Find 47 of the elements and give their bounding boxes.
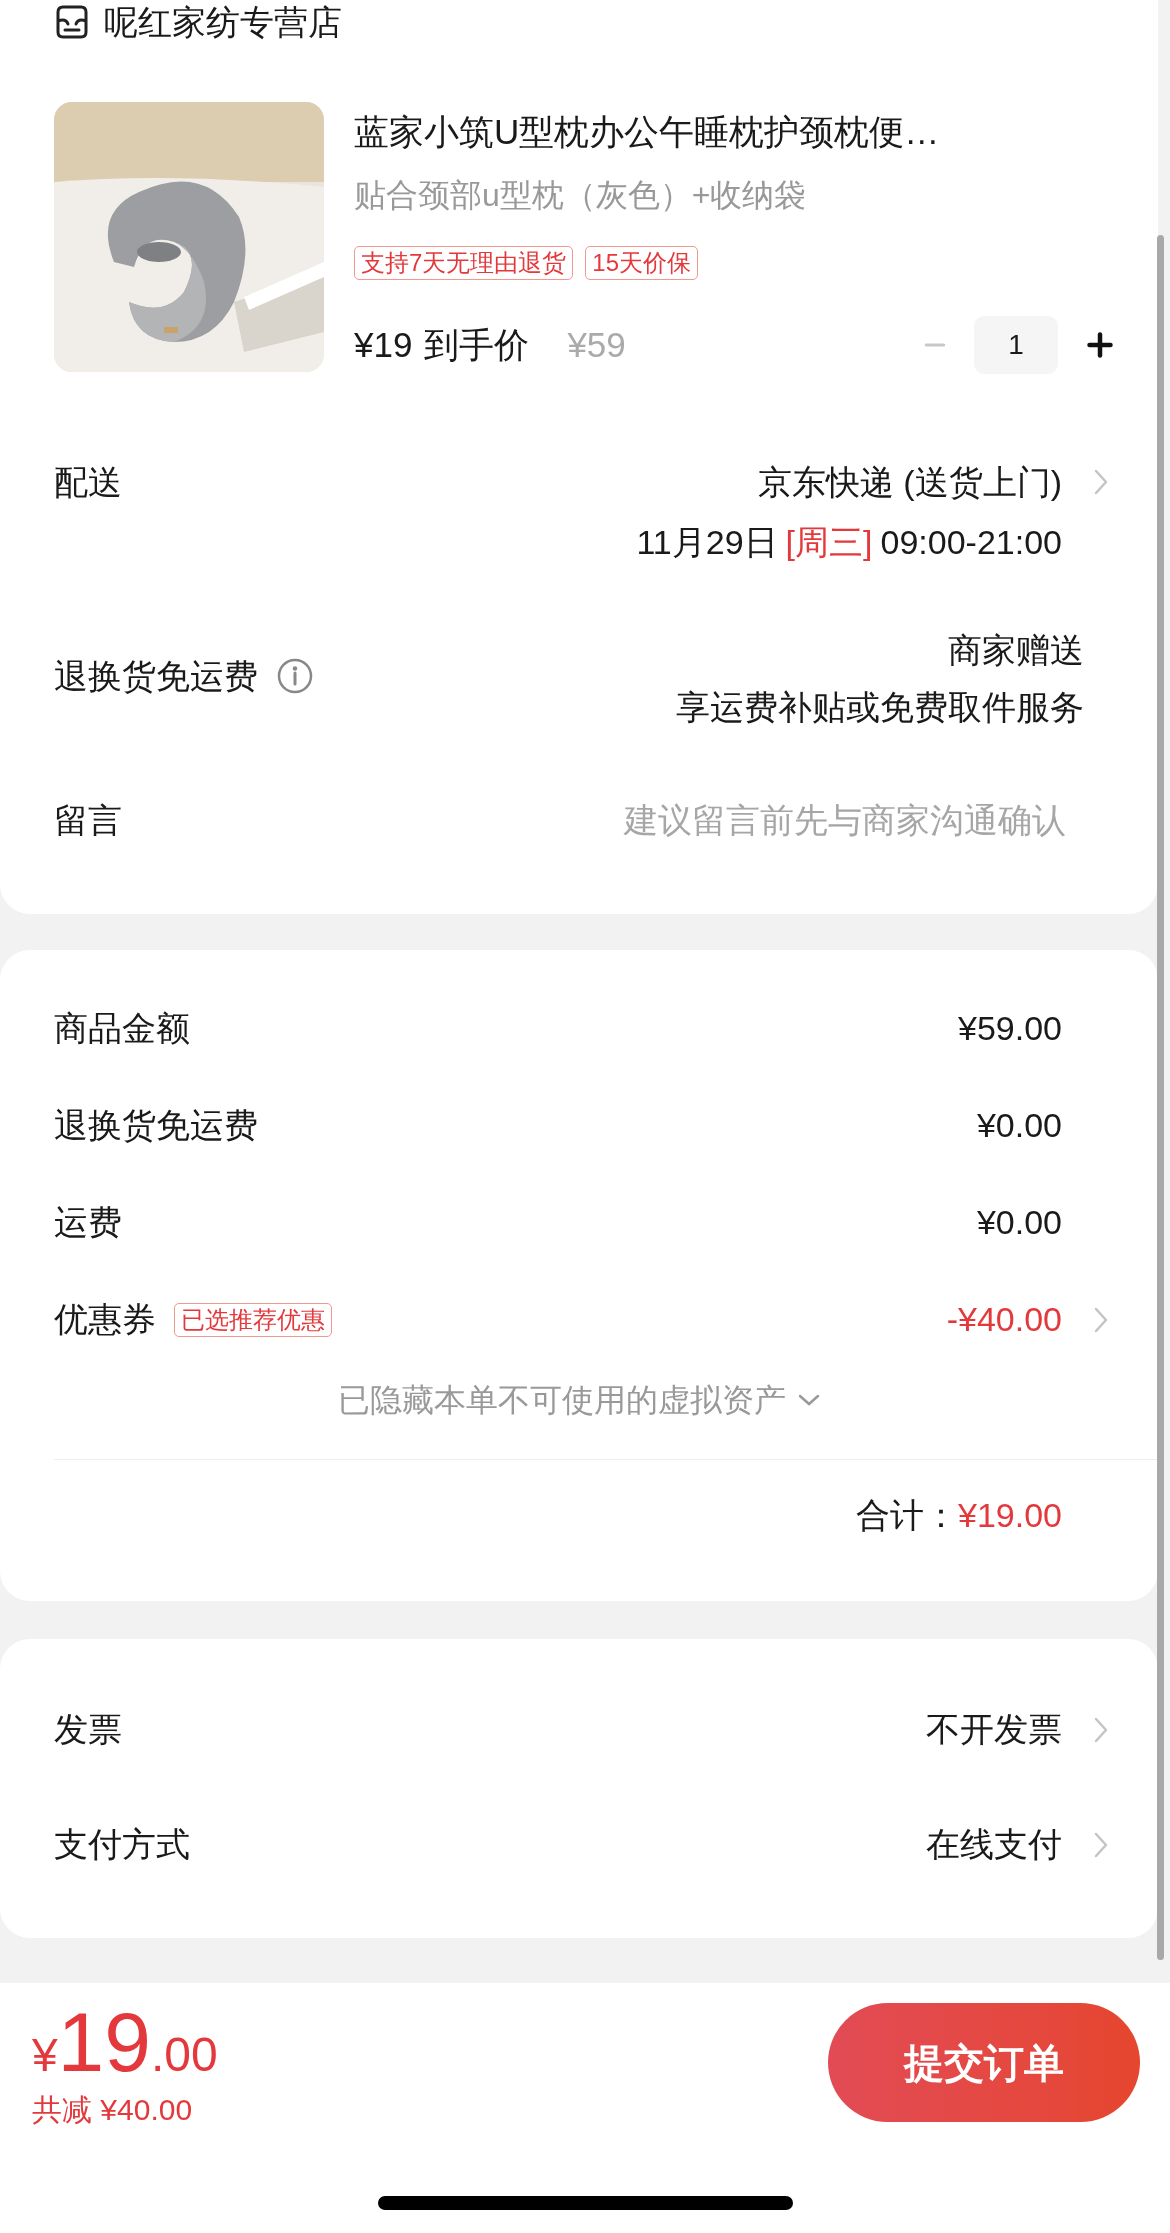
chevron-right-icon (1094, 1306, 1108, 1333)
message-field[interactable]: 建议留言前先与商家沟通确认 (122, 798, 1066, 842)
original-price: ¥59 (567, 323, 626, 366)
quantity-field[interactable]: 1 (974, 316, 1058, 374)
option-value[interactable]: 不开发票 (926, 1704, 1062, 1755)
chevron-down-icon (798, 1394, 820, 1406)
option-label: 支付方式 (54, 1824, 190, 1865)
delivery-carrier[interactable]: 京东快递 (送货上门) (757, 460, 1062, 504)
payable-decimal: .00 (151, 2027, 218, 2083)
delivery-label: 配送 (54, 462, 122, 503)
option-label: 发票 (54, 1709, 122, 1750)
service-tag: 15天价保 (585, 246, 699, 280)
summary-label: 优惠券 (54, 1299, 156, 1340)
store-icon (54, 4, 90, 40)
home-indicator[interactable] (377, 2196, 793, 2210)
return-shipping-note: 享运费补贴或免费取件服务 (676, 687, 1084, 728)
delivery-time: 09:00-21:00 (880, 522, 1062, 563)
delivery-weekday: [周三] (785, 522, 873, 563)
final-price-label: 到手价 (424, 323, 530, 366)
chevron-right-icon (1094, 1716, 1108, 1743)
info-icon[interactable] (276, 657, 314, 695)
chevron-right-icon (1094, 1831, 1108, 1858)
submit-order-button[interactable]: 提交订单 (828, 2003, 1140, 2122)
payable-integer: 19 (57, 1996, 152, 2088)
coupon-tag: 已选推荐优惠 (174, 1302, 332, 1337)
product-title[interactable]: 蓝家小筑U型枕办公午睡枕护颈枕便… (354, 110, 1118, 154)
summary-label: 退换货免运费 (54, 1105, 258, 1146)
return-shipping-label: 退换货免运费 (54, 656, 258, 697)
scrollbar[interactable] (1157, 235, 1164, 1960)
option-value[interactable]: 在线支付 (926, 1819, 1062, 1870)
currency-symbol: ¥ (32, 2028, 58, 2083)
summary-value[interactable]: -¥40.00 (946, 1294, 1062, 1345)
total-amount: ¥19.00 (958, 1494, 1062, 1536)
total-label: 合计： (856, 1494, 958, 1536)
total-discount: 共减 ¥40.00 (32, 2092, 194, 2128)
chevron-right-icon (1094, 469, 1108, 495)
delivery-date: 11月29日 (636, 522, 778, 563)
summary-label: 商品金额 (54, 1008, 190, 1049)
return-shipping-value: 商家赠送 (948, 630, 1084, 671)
store-name[interactable]: 呢红家纺专营店 (104, 0, 342, 48)
summary-value: ¥0.00 (976, 1202, 1062, 1243)
message-label: 留言 (54, 800, 122, 841)
summary-value: ¥0.00 (976, 1105, 1062, 1146)
summary-label: 运费 (54, 1202, 122, 1243)
summary-value: ¥59.00 (958, 1008, 1062, 1049)
final-price: ¥19 (354, 323, 413, 366)
service-tag: 支持7天无理由退货 (354, 246, 574, 280)
